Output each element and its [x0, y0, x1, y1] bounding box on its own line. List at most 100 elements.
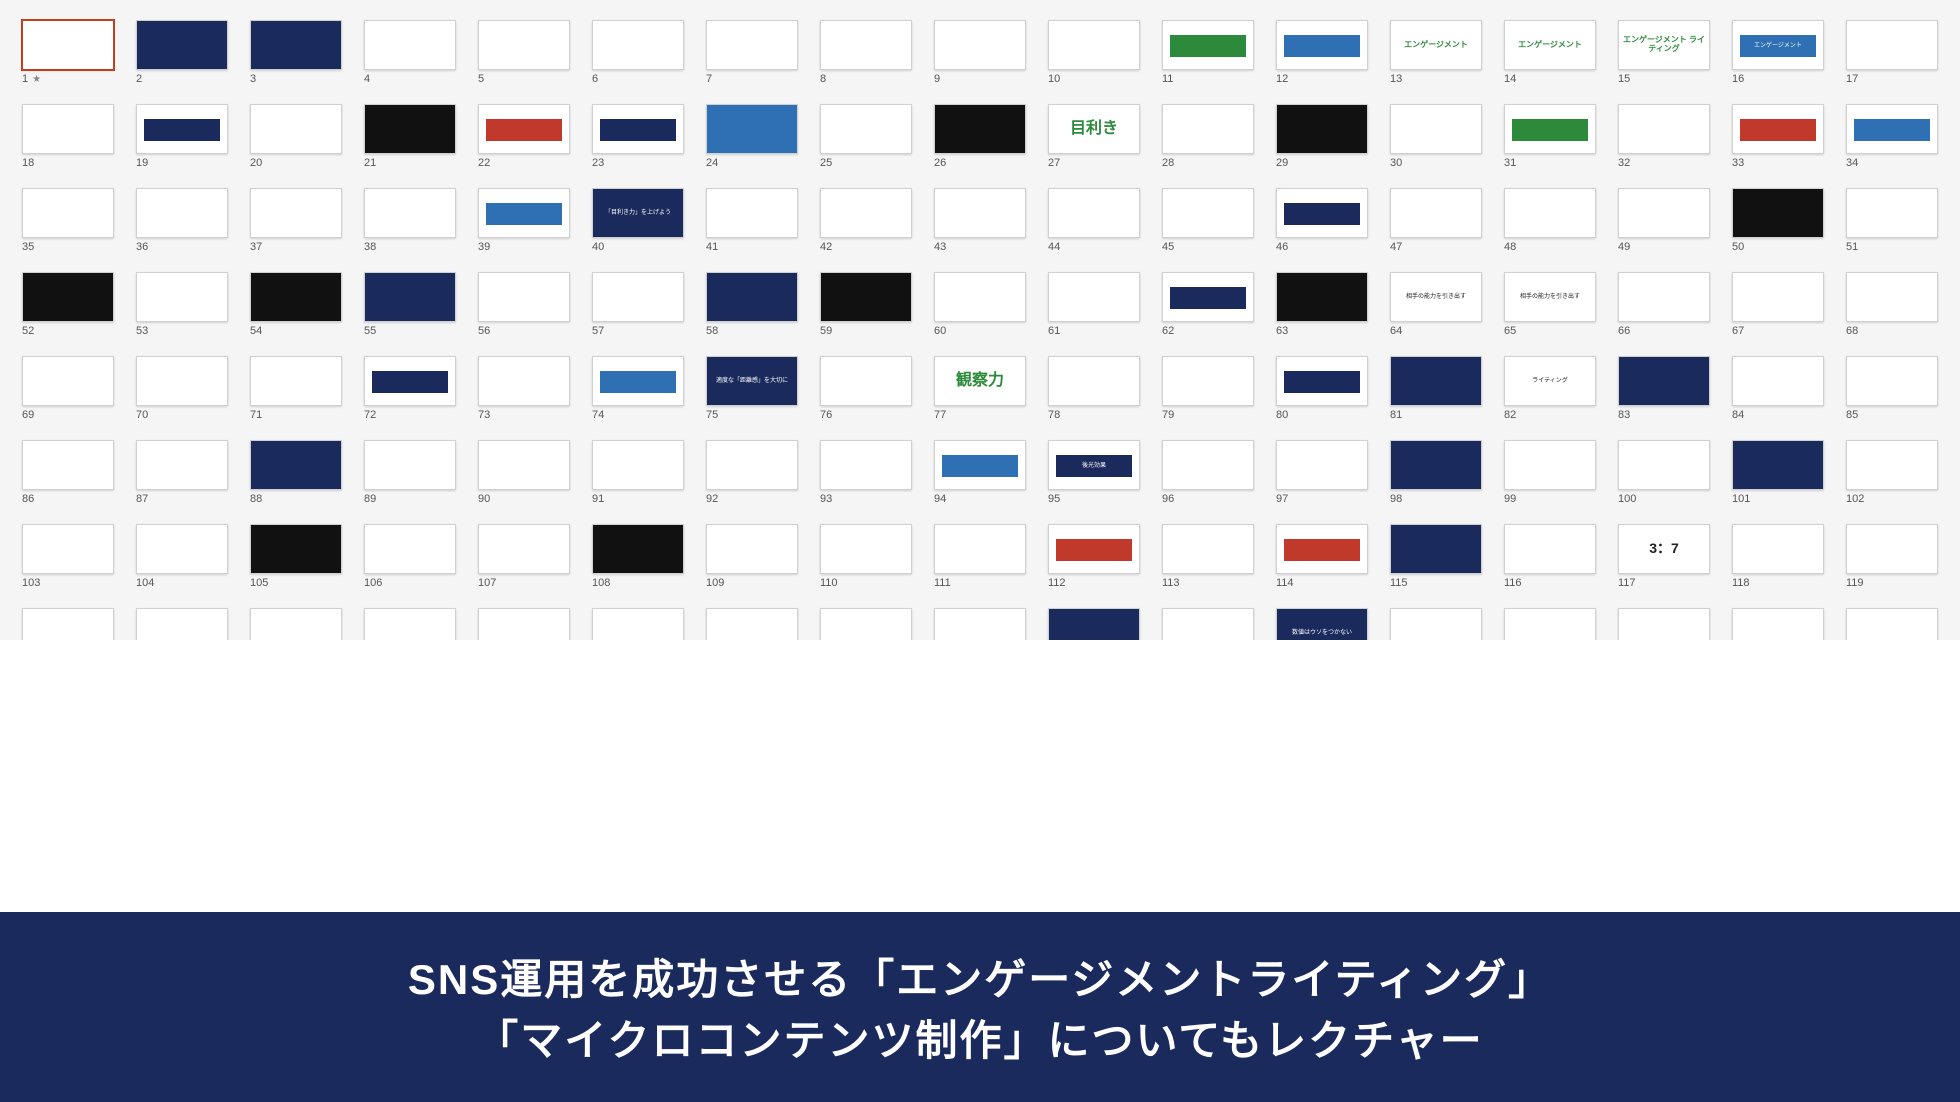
slide-thumbnail[interactable] [1162, 272, 1254, 322]
slide-thumbnail[interactable] [820, 440, 912, 490]
slide-thumbnail[interactable] [1276, 272, 1368, 322]
slide-thumbnail[interactable] [1390, 440, 1482, 490]
slide-thumbnail[interactable] [364, 608, 456, 640]
slide-thumbnail[interactable] [22, 272, 114, 322]
slide-thumbnail[interactable] [1618, 440, 1710, 490]
slide-thumbnail[interactable] [1162, 356, 1254, 406]
slide-thumbnail[interactable] [364, 272, 456, 322]
slide-thumbnail[interactable] [706, 524, 798, 574]
slide-thumbnail[interactable] [592, 356, 684, 406]
slide-thumbnail[interactable] [706, 272, 798, 322]
slide-thumbnail[interactable] [478, 272, 570, 322]
slide-thumbnail[interactable] [364, 104, 456, 154]
slide-thumbnail[interactable] [1390, 524, 1482, 574]
slide-thumbnail[interactable] [250, 608, 342, 640]
slide-thumbnail[interactable] [250, 20, 342, 70]
slide-thumbnail[interactable]: ライティング [1504, 356, 1596, 406]
slide-thumbnail[interactable] [820, 608, 912, 640]
slide-thumbnail[interactable] [1732, 608, 1824, 640]
slide-thumbnail[interactable] [136, 440, 228, 490]
slide-thumbnail[interactable] [1390, 356, 1482, 406]
slide-thumbnail[interactable] [478, 608, 570, 640]
slide-thumbnail[interactable] [1276, 440, 1368, 490]
slide-thumbnail[interactable] [250, 524, 342, 574]
slide-thumbnail[interactable] [706, 440, 798, 490]
slide-thumbnail[interactable] [478, 104, 570, 154]
slide-thumbnail[interactable] [1732, 524, 1824, 574]
slide-thumbnail[interactable] [820, 20, 912, 70]
slide-thumbnail[interactable]: 適度な「距離感」を大切に [706, 356, 798, 406]
slide-thumbnail[interactable] [1048, 20, 1140, 70]
slide-thumbnail[interactable] [1732, 188, 1824, 238]
slide-thumbnail[interactable] [1162, 104, 1254, 154]
slide-thumbnail[interactable] [1048, 188, 1140, 238]
slide-thumbnail[interactable] [1048, 272, 1140, 322]
slide-thumbnail[interactable] [592, 104, 684, 154]
slide-thumbnail[interactable] [22, 524, 114, 574]
slide-thumbnail[interactable] [1390, 188, 1482, 238]
slide-thumbnail[interactable]: 相手の能力を引き出す [1504, 272, 1596, 322]
slide-thumbnail[interactable] [22, 356, 114, 406]
slide-thumbnail[interactable] [364, 188, 456, 238]
slide-thumbnail[interactable] [1846, 440, 1938, 490]
slide-thumbnail[interactable] [22, 188, 114, 238]
slide-thumbnail[interactable] [592, 440, 684, 490]
slide-thumbnail[interactable] [136, 104, 228, 154]
slide-thumbnail[interactable] [1390, 104, 1482, 154]
slide-thumbnail[interactable] [592, 524, 684, 574]
slide-thumbnail[interactable] [22, 608, 114, 640]
slide-thumbnail[interactable] [1846, 188, 1938, 238]
slide-thumbnail[interactable] [1618, 104, 1710, 154]
slide-thumbnail[interactable]: 「目利き力」を上げよう [592, 188, 684, 238]
slide-thumbnail[interactable] [1504, 440, 1596, 490]
slide-thumbnail[interactable] [1618, 608, 1710, 640]
slide-thumbnail[interactable] [478, 20, 570, 70]
slide-thumbnail[interactable] [706, 608, 798, 640]
slide-thumbnail[interactable] [1846, 356, 1938, 406]
slide-thumbnail[interactable]: 目利き [1048, 104, 1140, 154]
slide-thumbnail[interactable] [934, 104, 1026, 154]
slide-thumbnail[interactable] [934, 440, 1026, 490]
slide-thumbnail[interactable]: エンゲージメント [1390, 20, 1482, 70]
slide-thumbnail[interactable] [1846, 608, 1938, 640]
slide-thumbnail[interactable] [1276, 104, 1368, 154]
slide-thumbnail[interactable] [1162, 20, 1254, 70]
slide-thumbnail[interactable] [1276, 524, 1368, 574]
slide-thumbnail[interactable] [706, 20, 798, 70]
slide-thumbnail[interactable]: 後光効果 [1048, 440, 1140, 490]
slide-thumbnail[interactable] [478, 188, 570, 238]
slide-thumbnail[interactable] [136, 356, 228, 406]
slide-thumbnail[interactable] [934, 272, 1026, 322]
slide-thumbnail[interactable] [478, 356, 570, 406]
slide-thumbnail[interactable] [820, 524, 912, 574]
slide-sorter-panel[interactable]: 1★23456789101112エンゲージメント13エンゲージメント14エンゲー… [0, 0, 1960, 640]
slide-thumbnail[interactable] [1162, 188, 1254, 238]
slide-thumbnail[interactable] [364, 524, 456, 574]
slide-thumbnail[interactable] [1618, 188, 1710, 238]
slide-thumbnail[interactable] [1504, 608, 1596, 640]
slide-thumbnail[interactable] [1390, 608, 1482, 640]
slide-thumbnail[interactable] [364, 20, 456, 70]
slide-thumbnail[interactable] [1732, 440, 1824, 490]
slide-thumbnail[interactable] [1504, 188, 1596, 238]
slide-thumbnail[interactable] [1048, 524, 1140, 574]
slide-thumbnail[interactable] [22, 440, 114, 490]
slide-thumbnail[interactable] [706, 188, 798, 238]
slide-thumbnail[interactable]: 相手の能力を引き出す [1390, 272, 1482, 322]
slide-thumbnail[interactable] [1504, 104, 1596, 154]
slide-thumbnail[interactable] [934, 608, 1026, 640]
slide-thumbnail[interactable] [364, 440, 456, 490]
slide-thumbnail[interactable] [136, 524, 228, 574]
slide-thumbnail[interactable] [22, 104, 114, 154]
slide-thumbnail[interactable] [136, 188, 228, 238]
slide-thumbnail[interactable] [250, 440, 342, 490]
slide-thumbnail[interactable] [1162, 524, 1254, 574]
slide-thumbnail[interactable] [250, 272, 342, 322]
slide-thumbnail[interactable] [1732, 104, 1824, 154]
slide-thumbnail[interactable] [820, 104, 912, 154]
slide-thumbnail[interactable] [1048, 356, 1140, 406]
slide-thumbnail[interactable]: 3：7 [1618, 524, 1710, 574]
slide-thumbnail[interactable] [1618, 272, 1710, 322]
slide-thumbnail[interactable] [820, 188, 912, 238]
slide-thumbnail[interactable] [1846, 104, 1938, 154]
